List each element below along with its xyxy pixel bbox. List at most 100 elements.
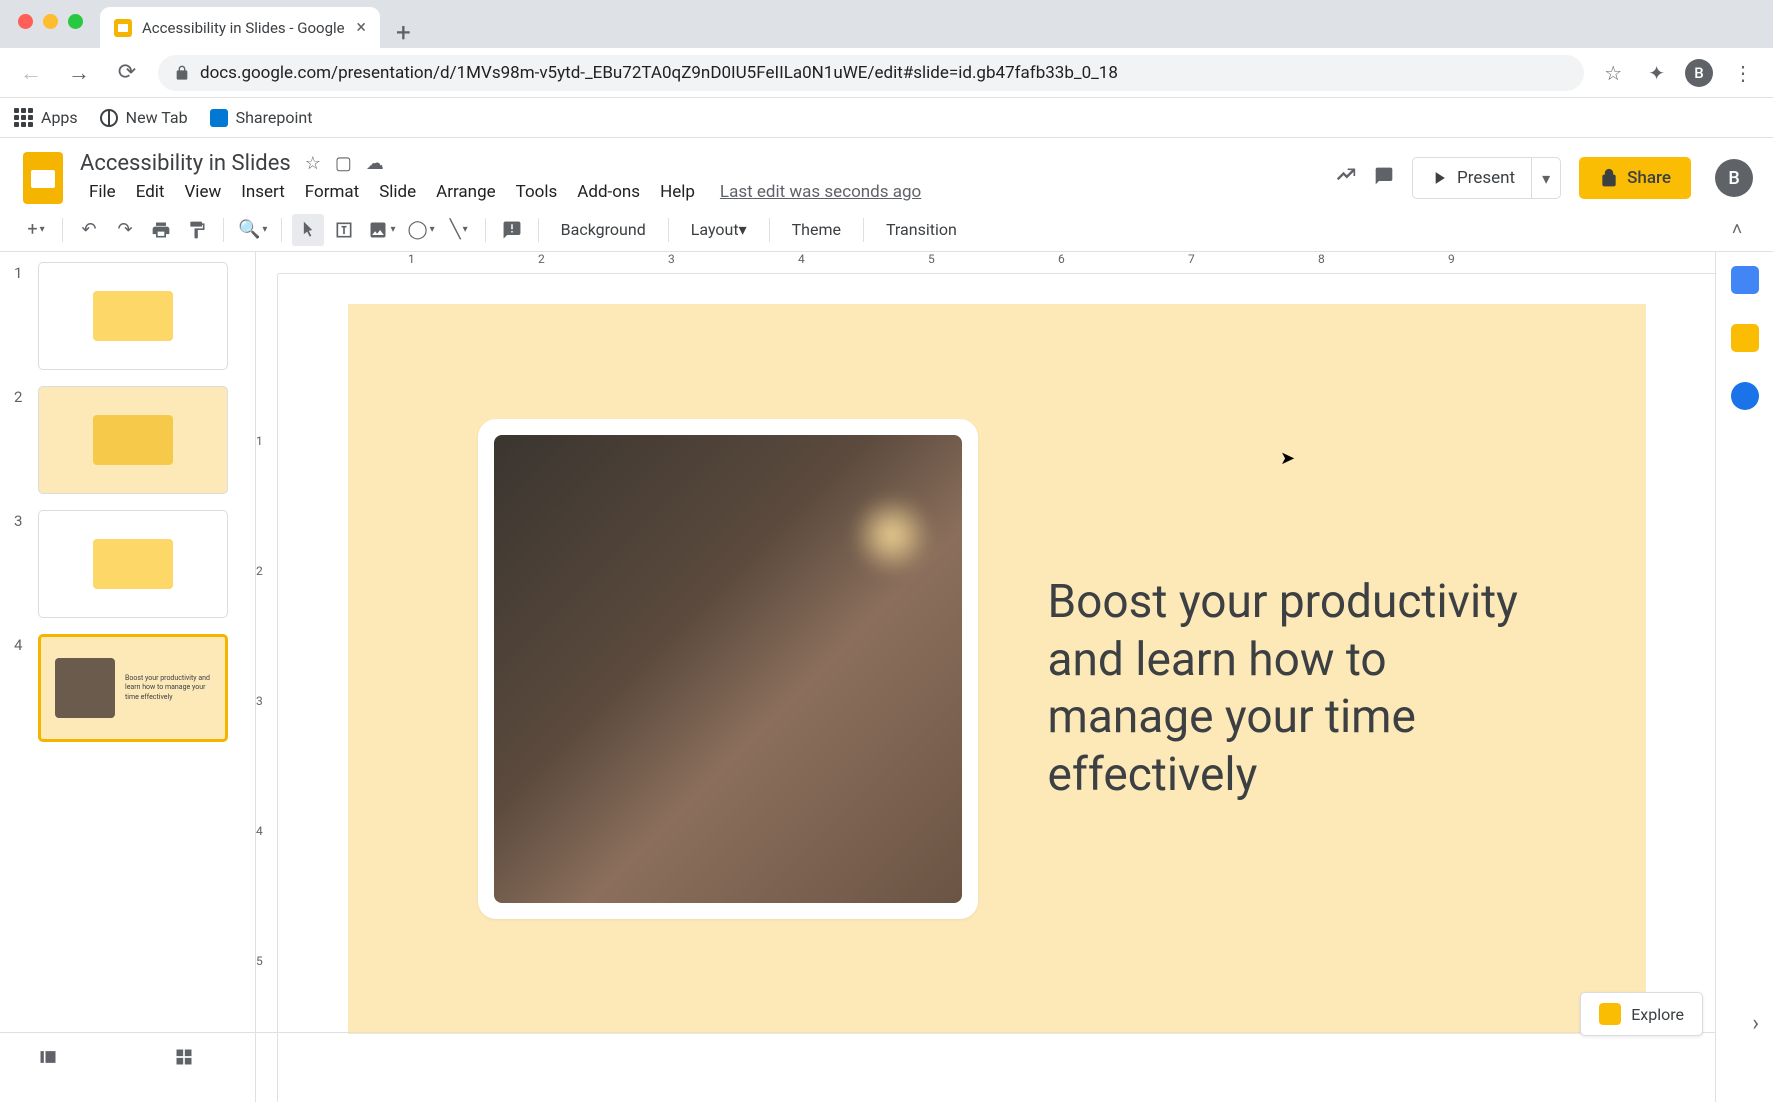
forward-button[interactable]: → <box>62 56 96 90</box>
sharepoint-icon <box>210 109 228 127</box>
browser-tab-active[interactable]: Accessibility in Slides - Google × <box>100 7 380 48</box>
filmstrip-view-button[interactable] <box>30 1039 66 1075</box>
slide-canvas[interactable]: Boost your productivity and learn how to… <box>348 304 1646 1034</box>
chrome-menu-icon[interactable]: ⋮ <box>1727 55 1759 91</box>
apps-bookmark[interactable]: Apps <box>14 108 78 127</box>
menu-help[interactable]: Help <box>651 178 704 206</box>
slide-panel[interactable]: 1 2 3 4 Boost your productivity and lear… <box>0 252 256 1102</box>
ruler-vertical[interactable]: 1 2 3 4 5 <box>256 274 278 1102</box>
share-button[interactable]: Share <box>1579 157 1691 199</box>
ruler-tick: 3 <box>256 694 263 708</box>
slide-thumb-selected[interactable]: Boost your productivity and learn how to… <box>38 634 228 742</box>
present-button[interactable]: Present <box>1413 168 1531 188</box>
background-button[interactable]: Background <box>549 214 658 246</box>
textbox-tool[interactable] <box>328 214 360 246</box>
menu-arrange[interactable]: Arrange <box>427 178 504 206</box>
back-button[interactable]: ← <box>14 56 48 90</box>
tab-strip: Accessibility in Slides - Google × + <box>0 0 1773 48</box>
slide-image-frame[interactable] <box>478 419 978 919</box>
menu-tools[interactable]: Tools <box>507 178 567 206</box>
menu-insert[interactable]: Insert <box>232 178 294 206</box>
layout-button[interactable]: Layout ▾ <box>679 214 759 246</box>
url-text: docs.google.com/presentation/d/1MVs98m-v… <box>200 63 1118 83</box>
theme-button[interactable]: Theme <box>780 214 853 246</box>
slide-thumbnail-3[interactable]: 3 <box>14 510 241 618</box>
menu-format[interactable]: Format <box>296 178 368 206</box>
browser-chrome: Accessibility in Slides - Google × + <box>0 0 1773 48</box>
slide-body-text[interactable]: Boost your productivity and learn how to… <box>1048 574 1548 804</box>
slides-logo-icon <box>23 152 63 204</box>
bookmark-star-icon[interactable]: ☆ <box>1598 55 1628 91</box>
paint-format-button[interactable] <box>181 214 213 246</box>
explore-icon <box>1599 1003 1621 1025</box>
present-dropdown[interactable]: ▾ <box>1531 158 1560 198</box>
address-bar[interactable]: docs.google.com/presentation/d/1MVs98m-v… <box>158 55 1584 91</box>
cloud-status-icon[interactable]: ☁ <box>366 153 384 174</box>
layout-label: Layout <box>691 220 739 239</box>
show-side-panel-button[interactable]: › <box>1752 1011 1759 1036</box>
select-tool[interactable] <box>292 214 324 246</box>
slide-image[interactable] <box>494 435 962 903</box>
slide-thumb[interactable] <box>38 262 228 370</box>
slide-thumb[interactable] <box>38 510 228 618</box>
collapse-toolbar-button[interactable]: ˄ <box>1721 214 1753 246</box>
explore-button[interactable]: Explore <box>1580 992 1703 1036</box>
account-avatar[interactable]: B <box>1715 159 1753 197</box>
menu-addons[interactable]: Add-ons <box>568 178 649 206</box>
new-tab-button[interactable]: + <box>380 18 427 48</box>
slides-logo[interactable] <box>20 148 66 208</box>
undo-button[interactable]: ↶ <box>73 214 105 246</box>
apps-label: Apps <box>41 108 78 127</box>
shape-tool[interactable]: ◯▾ <box>403 214 438 246</box>
calendar-icon[interactable] <box>1731 266 1759 294</box>
print-button[interactable] <box>145 214 177 246</box>
lock-icon <box>1599 168 1619 188</box>
ruler-tick: 8 <box>1318 252 1325 266</box>
slide-thumbnail-1[interactable]: 1 <box>14 262 241 370</box>
activity-icon[interactable] <box>1336 164 1356 192</box>
slide-thumb[interactable] <box>38 386 228 494</box>
tab-title: Accessibility in Slides - Google <box>142 19 345 37</box>
close-window-button[interactable] <box>18 14 33 29</box>
tasks-icon[interactable] <box>1731 382 1759 410</box>
slide-number: 2 <box>14 386 26 494</box>
slide-number: 4 <box>14 634 26 742</box>
zoom-button[interactable]: 🔍▾ <box>234 214 271 246</box>
ruler-tick: 2 <box>256 564 263 578</box>
transition-button[interactable]: Transition <box>874 214 969 246</box>
menu-edit[interactable]: Edit <box>127 178 174 206</box>
slide-thumbnail-2[interactable]: 2 <box>14 386 241 494</box>
comments-icon[interactable] <box>1374 164 1394 192</box>
menu-view[interactable]: View <box>175 178 230 206</box>
ruler-tick: 9 <box>1448 252 1455 266</box>
star-document-icon[interactable]: ☆ <box>305 153 321 174</box>
extensions-icon[interactable]: ✦ <box>1642 55 1671 91</box>
chrome-profile-avatar[interactable]: B <box>1685 59 1713 87</box>
close-tab-button[interactable]: × <box>356 17 366 38</box>
grid-view-button[interactable] <box>166 1039 202 1075</box>
maximize-window-button[interactable] <box>68 14 83 29</box>
menu-file[interactable]: File <box>80 178 125 206</box>
move-document-icon[interactable]: ▢ <box>335 153 352 174</box>
comment-tool[interactable] <box>496 214 528 246</box>
ruler-horizontal[interactable]: 1 2 3 4 5 6 7 8 9 <box>278 252 1715 274</box>
separator <box>538 218 539 242</box>
slide-thumbnail-4[interactable]: 4 Boost your productivity and learn how … <box>14 634 241 742</box>
sharepoint-bookmark[interactable]: Sharepoint <box>210 108 313 127</box>
canvas-wrap[interactable]: Boost your productivity and learn how to… <box>278 274 1715 1102</box>
redo-button[interactable]: ↷ <box>109 214 141 246</box>
doc-area: Accessibility in Slides ☆ ▢ ☁ File Edit … <box>80 151 1322 206</box>
present-icon <box>1429 168 1449 188</box>
menu-slide[interactable]: Slide <box>370 178 425 206</box>
line-tool[interactable]: ╲▾ <box>443 214 475 246</box>
last-edit-link[interactable]: Last edit was seconds ago <box>720 182 921 202</box>
new-tab-bookmark[interactable]: New Tab <box>100 108 188 127</box>
reload-button[interactable]: ⟳ <box>110 56 144 90</box>
toolbar: +▾ ↶ ↷ 🔍▾ ▾ ◯▾ ╲▾ Background Layout ▾ Th… <box>0 208 1773 252</box>
image-tool[interactable]: ▾ <box>364 214 399 246</box>
separator <box>62 218 63 242</box>
doc-title[interactable]: Accessibility in Slides <box>80 151 291 176</box>
new-slide-button[interactable]: +▾ <box>20 214 52 246</box>
keep-icon[interactable] <box>1731 324 1759 352</box>
minimize-window-button[interactable] <box>43 14 58 29</box>
